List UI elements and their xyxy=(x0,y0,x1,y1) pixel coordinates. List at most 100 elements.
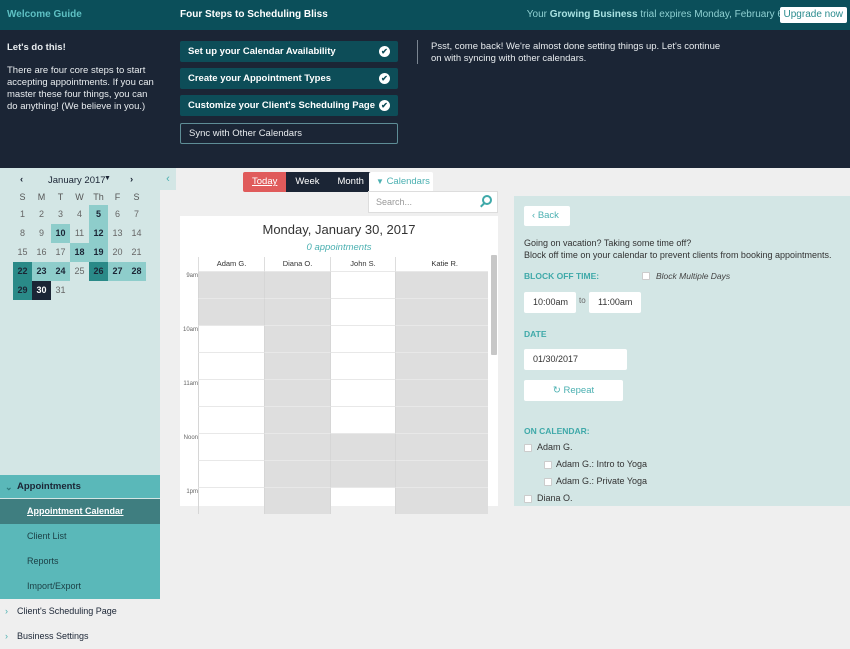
time-slot[interactable] xyxy=(330,271,395,298)
calendar-day[interactable]: 14 xyxy=(127,224,146,243)
prev-month-icon[interactable]: ‹ xyxy=(20,174,23,185)
step-appointment-types[interactable]: Create your Appointment Types ✔ xyxy=(180,68,398,89)
blocked-slot[interactable] xyxy=(395,298,488,325)
upgrade-now-button[interactable]: Upgrade now xyxy=(779,7,847,23)
calendar-day[interactable]: 11 xyxy=(70,224,89,243)
calendar-day[interactable]: 19 xyxy=(89,243,108,262)
calendar-day[interactable]: 5 xyxy=(89,205,108,224)
sidebar-item-appointment-calendar[interactable]: Appointment Calendar xyxy=(0,499,160,524)
time-slot[interactable] xyxy=(330,406,395,433)
search-input[interactable]: Search... xyxy=(368,191,498,213)
blocked-slot[interactable] xyxy=(330,460,395,487)
time-slot[interactable] xyxy=(198,352,264,379)
blocked-slot[interactable] xyxy=(264,406,330,433)
calendar-day[interactable]: 25 xyxy=(70,262,89,281)
blocked-slot[interactable] xyxy=(198,271,264,298)
blocked-slot[interactable] xyxy=(395,379,488,406)
time-slot[interactable] xyxy=(198,460,264,487)
calendar-checkbox[interactable] xyxy=(524,495,532,503)
time-slot[interactable] xyxy=(198,406,264,433)
calendar-day[interactable]: 29 xyxy=(13,281,32,300)
sidebar-item-import-export[interactable]: Import/Export xyxy=(0,574,160,599)
calendar-day[interactable]: 23 xyxy=(32,262,51,281)
calendar-checkbox[interactable] xyxy=(544,461,552,469)
blocked-slot[interactable] xyxy=(264,271,330,298)
blocked-slot[interactable] xyxy=(264,325,330,352)
sidebar-section-appointments[interactable]: ⌄ Appointments xyxy=(0,475,160,499)
blocked-slot[interactable] xyxy=(395,406,488,433)
step-scheduling-page[interactable]: Customize your Client's Scheduling Page ✔ xyxy=(180,95,398,116)
end-time-input[interactable]: 11:00am xyxy=(589,292,641,313)
blocked-slot[interactable] xyxy=(330,433,395,460)
welcome-guide-label[interactable]: Welcome Guide xyxy=(7,9,82,20)
calendar-checkbox[interactable] xyxy=(524,444,532,452)
chevron-down-icon[interactable]: ▼ xyxy=(104,175,111,182)
calendar-day[interactable]: 7 xyxy=(127,205,146,224)
time-slot[interactable] xyxy=(330,325,395,352)
sidebar-item-scheduling-page[interactable]: › Client's Scheduling Page xyxy=(0,599,160,624)
calendar-day[interactable]: 27 xyxy=(108,262,127,281)
calendar-day[interactable]: 1 xyxy=(13,205,32,224)
blocked-slot[interactable] xyxy=(264,460,330,487)
blocked-slot[interactable] xyxy=(395,460,488,487)
calendar-day[interactable]: 26 xyxy=(89,262,108,281)
sidebar-item-business-settings[interactable]: › Business Settings xyxy=(0,624,160,649)
calendar-day[interactable]: 15 xyxy=(13,243,32,262)
blocked-slot[interactable] xyxy=(264,298,330,325)
blocked-slot[interactable] xyxy=(395,487,488,514)
start-time-input[interactable]: 10:00am xyxy=(524,292,576,313)
calendar-day[interactable]: 21 xyxy=(127,243,146,262)
calendar-day[interactable]: 24 xyxy=(51,262,70,281)
calendar-day[interactable]: 17 xyxy=(51,243,70,262)
blocked-slot[interactable] xyxy=(264,433,330,460)
sidebar-item-client-list[interactable]: Client List xyxy=(0,524,160,549)
blocked-slot[interactable] xyxy=(264,352,330,379)
calendar-day[interactable]: 13 xyxy=(108,224,127,243)
calendar-day[interactable]: 18 xyxy=(70,243,89,262)
blocked-slot[interactable] xyxy=(264,379,330,406)
calendar-day[interactable]: 6 xyxy=(108,205,127,224)
repeat-button[interactable]: ↻ Repeat xyxy=(524,380,623,401)
step-calendar-availability[interactable]: Set up your Calendar Availability ✔ xyxy=(180,41,398,62)
calendar-day[interactable]: 9 xyxy=(32,224,51,243)
back-button[interactable]: ‹ Back xyxy=(524,206,570,226)
calendar-day[interactable]: 28 xyxy=(127,262,146,281)
scrollbar[interactable] xyxy=(491,255,497,355)
calendar-day[interactable]: 31 xyxy=(51,281,70,300)
calendar-day[interactable]: 4 xyxy=(70,205,89,224)
calendar-day[interactable]: 20 xyxy=(108,243,127,262)
today-button[interactable]: Today xyxy=(243,172,287,192)
calendar-day[interactable]: 22 xyxy=(13,262,32,281)
calendar-day[interactable]: 8 xyxy=(13,224,32,243)
time-slot[interactable] xyxy=(198,379,264,406)
time-slot[interactable] xyxy=(330,379,395,406)
calendar-day[interactable]: 30 xyxy=(32,281,51,300)
calendar-day[interactable]: 3 xyxy=(51,205,70,224)
sidebar-item-reports[interactable]: Reports xyxy=(0,549,160,574)
time-slot[interactable] xyxy=(330,487,395,514)
blocked-slot[interactable] xyxy=(395,433,488,460)
blocked-slot[interactable] xyxy=(198,298,264,325)
blocked-slot[interactable] xyxy=(264,487,330,514)
step-sync-calendars[interactable]: Sync with Other Calendars xyxy=(180,123,398,144)
next-month-icon[interactable]: › xyxy=(130,174,133,185)
calendar-checkbox[interactable] xyxy=(544,478,552,486)
search-icon[interactable] xyxy=(482,195,492,205)
calendar-day[interactable]: 16 xyxy=(32,243,51,262)
calendar-day[interactable]: 12 xyxy=(89,224,108,243)
time-slot[interactable] xyxy=(330,352,395,379)
blocked-slot[interactable] xyxy=(395,325,488,352)
calendar-day[interactable]: 2 xyxy=(32,205,51,224)
calendars-filter-button[interactable]: ▼ Calendars xyxy=(369,172,433,192)
tab-week[interactable]: Week xyxy=(286,172,329,192)
collapse-sidebar-icon[interactable]: ‹ xyxy=(160,168,176,190)
blocked-slot[interactable] xyxy=(395,271,488,298)
month-select[interactable]: January 2017 xyxy=(48,175,106,186)
calendar-day[interactable]: 10 xyxy=(51,224,70,243)
tab-month[interactable]: Month xyxy=(328,172,373,192)
date-input[interactable]: 01/30/2017 xyxy=(524,349,627,370)
time-slot[interactable] xyxy=(198,325,264,352)
blocked-slot[interactable] xyxy=(395,352,488,379)
time-slot[interactable] xyxy=(198,433,264,460)
time-slot[interactable] xyxy=(198,487,264,514)
